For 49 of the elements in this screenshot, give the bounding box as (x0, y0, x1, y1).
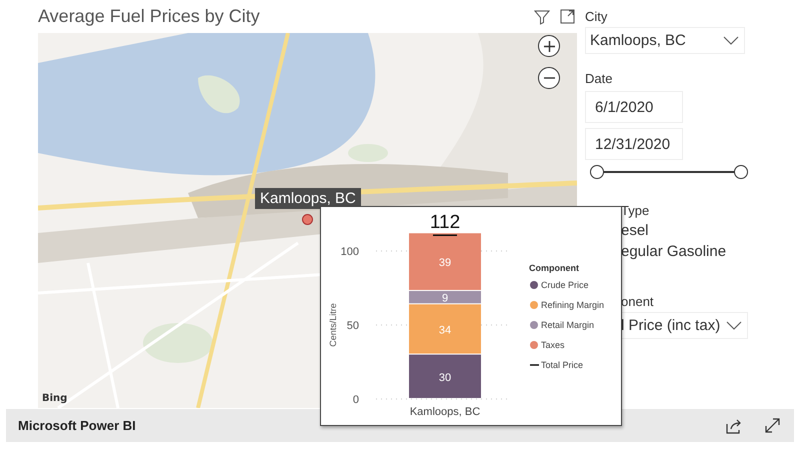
legend-label: Taxes (541, 340, 565, 350)
brand-name: Microsoft Power BI (18, 418, 136, 433)
legend-label: Crude Price (541, 280, 589, 290)
start-date-field[interactable]: 6/1/2020 (585, 91, 683, 123)
slicer-label: Date (585, 71, 612, 86)
legend-label: Retail Margin (541, 320, 594, 330)
y-tick-label: 0 (352, 394, 359, 406)
total-label: 112 (430, 212, 460, 234)
component-dropdown[interactable]: l Price (inc tax) (621, 312, 748, 339)
dropdown-value: Kamloops, BC (590, 32, 686, 49)
focus-mode-icon[interactable] (560, 8, 575, 24)
slicer-label: onent (621, 294, 654, 309)
total-price-marker (433, 234, 457, 236)
fullscreen-icon[interactable] (765, 418, 780, 432)
filter-icon[interactable] (534, 8, 550, 24)
map-attribution: Bing (42, 393, 68, 404)
legend-label: Refining Margin (541, 300, 604, 310)
location-label: Kamloops, BC (255, 188, 361, 209)
slider-handle[interactable] (590, 165, 604, 179)
plus-icon (544, 40, 554, 52)
dropdown-value: l Price (inc tax) (621, 317, 720, 334)
legend-marker (530, 341, 538, 349)
slicer-item[interactable]: esel (621, 222, 649, 239)
y-tick-label: 100 (340, 246, 359, 258)
y-tick-label: 50 (346, 320, 359, 332)
legend-marker (530, 281, 538, 289)
data-label: 9 (442, 292, 448, 305)
data-label: 34 (438, 324, 452, 336)
legend-line-marker (530, 364, 539, 366)
data-label: 30 (438, 372, 452, 384)
legend-title: Component (529, 263, 579, 273)
x-tick-label: Kamloops, BC (410, 406, 480, 418)
visual-title: Average Fuel Prices by City (38, 6, 260, 27)
date-range-slider[interactable] (590, 165, 748, 179)
legend-marker (530, 301, 538, 309)
share-icon[interactable] (726, 418, 743, 434)
y-axis-title: Cents/Litre (328, 303, 338, 347)
slicer-label: Type (621, 203, 650, 218)
legend-label: Total Price (541, 360, 584, 370)
data-label: 39 (438, 257, 452, 270)
minus-icon (544, 77, 554, 79)
chevron-icon (726, 320, 742, 330)
slicer-item[interactable]: egular Gasoline (621, 243, 726, 260)
chevron-icon (723, 36, 739, 46)
slicer-label: City (585, 9, 608, 24)
slider-handle[interactable] (734, 165, 748, 179)
end-date-field[interactable]: 12/31/2020 (585, 128, 683, 160)
city-dropdown[interactable]: Kamloops, BC (585, 27, 745, 54)
legend-marker (530, 321, 538, 329)
